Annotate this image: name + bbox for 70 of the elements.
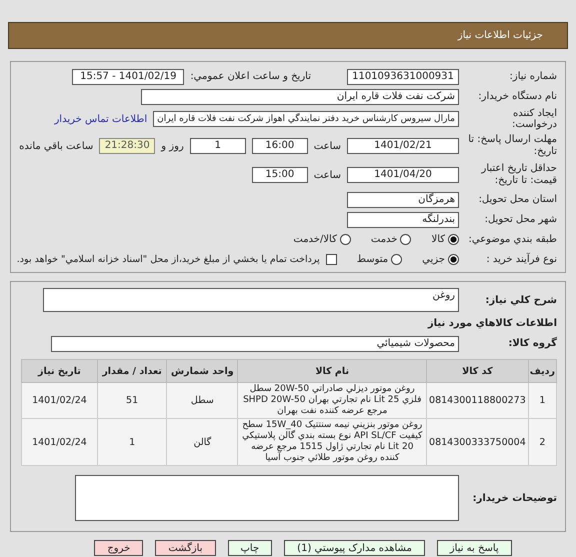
text-field[interactable]: 15:00 bbox=[252, 167, 308, 183]
action-button[interactable]: بازگشت bbox=[155, 540, 216, 556]
description-field[interactable]: روغن bbox=[43, 288, 459, 312]
field-label: روز و bbox=[161, 140, 184, 152]
radio-button[interactable] bbox=[400, 234, 412, 245]
table-cell: سطل bbox=[166, 382, 238, 418]
field-label: ساعت باقي مانده bbox=[19, 140, 94, 152]
option-label[interactable]: خدمت bbox=[370, 234, 398, 245]
table-cell: 0814300118800273 bbox=[426, 382, 528, 418]
radio-button[interactable] bbox=[391, 254, 402, 265]
field-label: مهلت ارسال پاسخ: تا تاريخ: bbox=[467, 134, 557, 158]
option-label[interactable]: کالا/خدمت bbox=[293, 234, 337, 245]
field-label: ايجاد کننده درخواست: bbox=[511, 108, 557, 130]
text-field[interactable]: هرمزگان bbox=[347, 192, 459, 208]
radio-button[interactable] bbox=[448, 234, 459, 245]
column-header: کد کالا bbox=[426, 360, 528, 382]
text-field[interactable]: 16:00 bbox=[252, 138, 308, 154]
column-header: واحد شمارش bbox=[166, 360, 238, 382]
column-header: رديف bbox=[528, 360, 556, 382]
action-button[interactable]: مشاهده مدارک پيوستي (1) bbox=[284, 540, 425, 556]
action-button[interactable]: خروج bbox=[94, 540, 144, 556]
treasury-note: پرداخت تمام يا بخشي از مبلغ خريد،از محل "اسناد خزانه اسلامي" خواهد بود. bbox=[16, 254, 320, 265]
table-cell: گالن bbox=[166, 418, 238, 466]
field-label: تاريخ و ساعت اعلان عمومي: bbox=[190, 71, 311, 82]
radio-button[interactable] bbox=[448, 254, 459, 265]
column-header: نام کالا bbox=[238, 360, 427, 382]
text-field[interactable]: بندرلنگه bbox=[347, 212, 459, 228]
table-cell: 2 bbox=[528, 418, 556, 466]
text-field[interactable]: شرکت نفت فلات قاره ايران bbox=[141, 88, 459, 104]
text-field[interactable]: 1401/04/20 bbox=[347, 167, 459, 183]
table-cell: روغن موتور ديزلي صادراتي 20W-50 سطل فلزي 25 Lit نام تجارتي بهران SHPD 20W-50 مرجع عرضه کننده نفت بهران bbox=[238, 382, 427, 418]
table-cell: 0814300333750004 bbox=[426, 418, 528, 466]
column-header: تعداد / مقدار bbox=[97, 360, 167, 382]
contact-link[interactable]: اطلاعات تماس خريدار bbox=[54, 114, 148, 124]
notes-field[interactable] bbox=[75, 475, 459, 521]
field-label: ساعت bbox=[314, 140, 341, 152]
field-label: ساعت bbox=[314, 170, 341, 180]
option-label[interactable]: جزيي bbox=[422, 254, 445, 265]
field-label: حداقل تاريخ اعتبار قيمت: تا تاريخ: bbox=[480, 163, 557, 187]
radio-button[interactable] bbox=[340, 234, 351, 245]
section-heading: اطلاعات کالاهاي مورد نياز bbox=[428, 318, 557, 329]
countdown-field[interactable]: 21:28:30 bbox=[99, 138, 156, 154]
table-cell: 1 bbox=[528, 382, 556, 418]
table-cell: 51 bbox=[97, 382, 167, 418]
checkbox[interactable] bbox=[326, 254, 337, 265]
table-cell: 1401/02/24 bbox=[22, 418, 98, 466]
text-field[interactable]: 1401/02/19 - 15:57 bbox=[72, 68, 184, 84]
action-button[interactable]: پاسخ به نياز bbox=[436, 540, 512, 556]
text-field[interactable]: محصولات شيميائي bbox=[51, 336, 459, 352]
field-label: شهر محل تحويل: bbox=[484, 214, 557, 225]
text-field[interactable]: 1401/02/21 bbox=[347, 138, 459, 154]
field-label: نوع فرآيند خريد : bbox=[485, 254, 557, 265]
text-field[interactable]: 1101093631000931 bbox=[347, 68, 459, 84]
table-cell: روغن موتور بنزيني نيمه سنتتيک 15W_40 سطح کيفيت API SL/CF نوع بسته بندي گالن پلاستيکي 20 Lit نام تجارتي ژاول 1515 مرجع عرضه کننده روغن موتور طلائي جنوب آسيا bbox=[238, 418, 427, 466]
action-button[interactable]: چاپ bbox=[228, 540, 272, 556]
table-cell: 1 bbox=[97, 418, 167, 466]
header-title: جزئيات اطلاعات نياز bbox=[458, 30, 543, 41]
option-label[interactable]: کالا bbox=[431, 234, 445, 245]
text-field[interactable]: مارال سيروس کارشناس خريد دفتر نمايندگي اهواز شرکت نفت فلات قاره ايران bbox=[153, 111, 459, 127]
field-label: شماره نياز: bbox=[508, 71, 557, 82]
field-label: شرح کلي نياز: bbox=[484, 294, 557, 306]
field-label: توضيحات خريدار: bbox=[472, 492, 557, 504]
field-label: طبقه بندي موضوعي: bbox=[468, 234, 557, 245]
column-header: تاريخ نياز bbox=[22, 360, 98, 382]
text-field[interactable]: 1 bbox=[190, 138, 246, 154]
field-label: استان محل تحويل: bbox=[478, 194, 557, 205]
option-label[interactable]: متوسط bbox=[356, 254, 388, 265]
field-label: نام دستگاه خريدار: bbox=[477, 91, 557, 102]
field-label: گروه کالا: bbox=[507, 338, 557, 349]
table-cell: 1401/02/24 bbox=[22, 382, 98, 418]
